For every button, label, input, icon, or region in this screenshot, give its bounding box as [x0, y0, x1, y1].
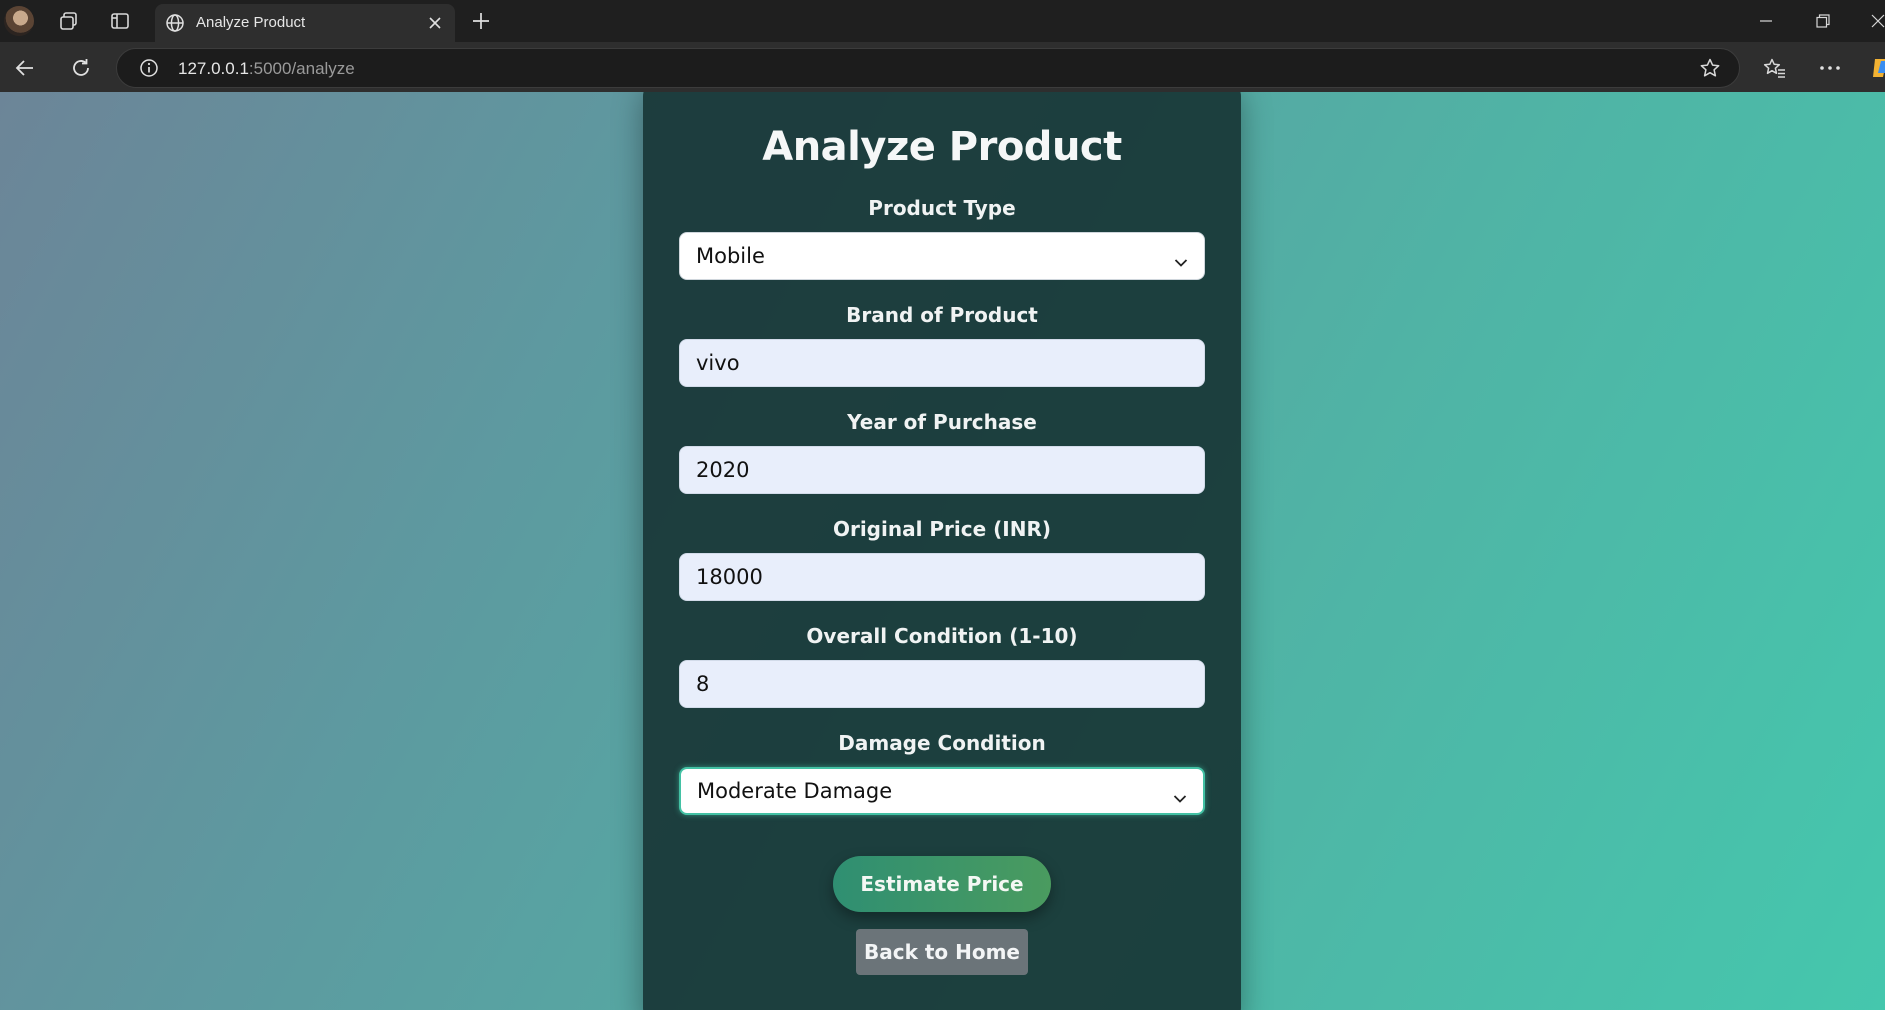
restore-icon[interactable]: [1811, 9, 1835, 33]
plus-icon[interactable]: [469, 9, 493, 33]
analyze-form-card: Analyze Product Product Type Mobile Bran…: [643, 92, 1241, 1010]
info-icon[interactable]: [139, 58, 159, 82]
year-input[interactable]: 2020: [679, 446, 1205, 494]
back-to-home-button[interactable]: Back to Home: [856, 929, 1028, 975]
year-value: 2020: [696, 458, 750, 482]
tab-actions-icon[interactable]: [108, 9, 132, 33]
product-type-select[interactable]: Mobile: [679, 232, 1205, 280]
price-label: Original Price (INR): [832, 517, 1052, 541]
brand-label: Brand of Product: [846, 303, 1038, 327]
refresh-icon[interactable]: [68, 55, 94, 81]
profile-avatar[interactable]: [4, 6, 34, 36]
browser-tab[interactable]: Analyze Product: [155, 4, 455, 42]
condition-value: 8: [696, 672, 710, 696]
product-type-label: Product Type: [868, 196, 1016, 220]
year-label: Year of Purchase: [847, 410, 1037, 434]
browser-tab-strip: Analyze Product: [0, 0, 1885, 42]
url-host: 127.0.0.1: [178, 59, 249, 78]
url-path: :5000/analyze: [248, 59, 355, 78]
chevron-down-icon: [1174, 249, 1188, 273]
brand-input[interactable]: vivo: [679, 339, 1205, 387]
browser-toolbar: 127.0.0.1:5000/analyze: [0, 42, 1885, 92]
condition-input[interactable]: 8: [679, 660, 1205, 708]
damage-label: Damage Condition: [838, 731, 1046, 755]
tab-title: Analyze Product: [196, 14, 306, 31]
close-window-icon[interactable]: [1866, 9, 1885, 33]
price-input[interactable]: 18000: [679, 553, 1205, 601]
price-value: 18000: [696, 565, 763, 589]
address-bar[interactable]: 127.0.0.1:5000/analyze: [116, 48, 1740, 88]
star-icon[interactable]: [1699, 57, 1721, 83]
product-type-value: Mobile: [696, 244, 765, 268]
damage-value: Moderate Damage: [697, 779, 893, 803]
close-icon[interactable]: [425, 13, 445, 33]
page-viewport: Analyze Product Product Type Mobile Bran…: [0, 92, 1885, 1010]
estimate-price-button[interactable]: Estimate Price: [833, 856, 1051, 912]
globe-icon: [165, 13, 185, 37]
damage-select[interactable]: Moderate Damage: [679, 767, 1205, 815]
more-icon[interactable]: [1817, 55, 1843, 81]
copilot-icon[interactable]: [1868, 55, 1885, 81]
url-text: 127.0.0.1:5000/analyze: [178, 59, 355, 79]
minimize-icon[interactable]: [1754, 9, 1778, 33]
brand-value: vivo: [696, 351, 740, 375]
page-title: Analyze Product: [762, 124, 1122, 170]
workspaces-icon[interactable]: [57, 9, 81, 33]
condition-label: Overall Condition (1-10): [806, 624, 1078, 648]
chevron-down-icon: [1173, 785, 1187, 809]
favorites-icon[interactable]: [1762, 55, 1788, 81]
back-icon[interactable]: [12, 55, 38, 81]
